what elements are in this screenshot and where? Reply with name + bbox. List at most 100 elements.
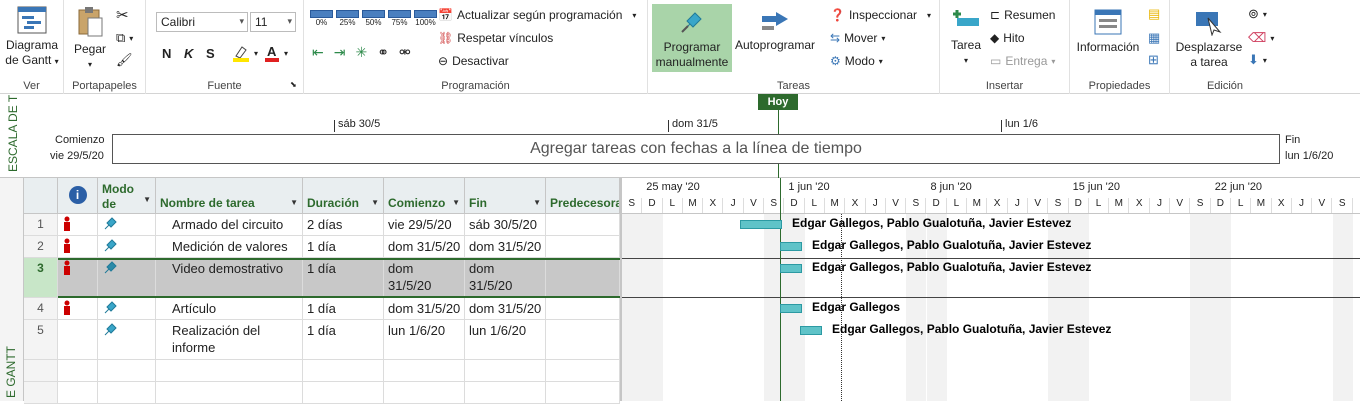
- empty-cell[interactable]: [465, 360, 546, 382]
- scroll-to-task-button[interactable]: Desplazarse a tarea: [1172, 8, 1246, 70]
- unlink-icon[interactable]: ⚮: [399, 44, 411, 61]
- summary-button[interactable]: ⊏ Resumen: [990, 8, 1055, 22]
- auto-schedule-button[interactable]: Autoprogramar: [734, 10, 816, 53]
- row-end[interactable]: sáb 30/5/20: [465, 214, 546, 236]
- row-duration[interactable]: 1 día: [303, 298, 384, 320]
- row-mode[interactable]: [98, 298, 156, 320]
- header-duration[interactable]: Duración ▼: [303, 178, 384, 214]
- row-start[interactable]: dom 31/5/20: [384, 298, 465, 320]
- empty-cell[interactable]: [24, 360, 58, 382]
- font-size-select[interactable]: 11 ▾: [250, 12, 296, 32]
- mode-button[interactable]: ⚙ Modo ▾: [830, 54, 883, 68]
- header-start[interactable]: Comienzo ▼: [384, 178, 465, 214]
- row-duration[interactable]: 1 día: [303, 236, 384, 258]
- notes-button[interactable]: ▤: [1148, 6, 1160, 22]
- row-start[interactable]: dom 31/5/20: [384, 236, 465, 258]
- paste-button[interactable]: Pegar ▾: [70, 6, 110, 72]
- underline-button[interactable]: S: [206, 46, 215, 61]
- row-mode[interactable]: [98, 258, 156, 298]
- fill-button[interactable]: ⬇ ▾: [1248, 52, 1267, 68]
- row-predecessors[interactable]: [546, 320, 620, 360]
- move-button[interactable]: ⇆ Mover ▾: [830, 31, 885, 45]
- row-mode[interactable]: [98, 320, 156, 360]
- highlight-color-button[interactable]: ▾: [232, 44, 258, 62]
- gantt-chart-button[interactable]: Diagrama de Gantt ▾: [2, 6, 62, 69]
- empty-cell[interactable]: [546, 360, 620, 382]
- header-info[interactable]: i: [58, 178, 98, 214]
- row-id[interactable]: 1: [24, 214, 58, 236]
- header-select-all[interactable]: [24, 178, 58, 214]
- row-duration[interactable]: 1 día: [303, 258, 384, 298]
- row-mode[interactable]: [98, 236, 156, 258]
- pct-75-button[interactable]: 75%: [388, 10, 411, 27]
- row-predecessors[interactable]: [546, 236, 620, 258]
- row-end[interactable]: dom 31/5/20: [465, 236, 546, 258]
- table-row[interactable]: 2 Medición de valores 1 día dom 31/5/20 dom …: [0, 236, 620, 258]
- gantt-task-bar[interactable]: [780, 242, 802, 251]
- row-task-name[interactable]: Video demostrativo: [156, 258, 303, 298]
- insert-task-button[interactable]: Tarea ▾: [946, 8, 986, 68]
- cut-button[interactable]: ✂: [116, 6, 129, 24]
- header-task-name[interactable]: Nombre de tarea ▼: [156, 178, 303, 214]
- row-start[interactable]: vie 29/5/20: [384, 214, 465, 236]
- gantt-task-bar[interactable]: [780, 264, 802, 273]
- row-predecessors[interactable]: [546, 258, 620, 298]
- font-name-select[interactable]: Calibri ▾: [156, 12, 248, 32]
- row-end[interactable]: dom 31/5/20: [465, 258, 546, 298]
- deactivate-button[interactable]: ⊖ Desactivar: [438, 54, 509, 68]
- row-predecessors[interactable]: [546, 214, 620, 236]
- pct-100-button[interactable]: 100%: [414, 10, 437, 27]
- empty-cell[interactable]: [98, 360, 156, 382]
- row-task-name[interactable]: Armado del circuito: [156, 214, 303, 236]
- row-task-name[interactable]: Artículo: [156, 298, 303, 320]
- timeline-add-button[interactable]: ⊞: [1148, 52, 1159, 68]
- row-id[interactable]: 4: [24, 298, 58, 320]
- timeline-bar[interactable]: Agregar tareas con fechas a la línea de …: [112, 134, 1280, 164]
- clear-button[interactable]: ⌫ ▾: [1248, 30, 1274, 46]
- copy-button[interactable]: ⧉ ▾: [116, 30, 133, 46]
- split-icon[interactable]: ✳: [355, 44, 367, 61]
- row-task-name[interactable]: Medición de valores: [156, 236, 303, 258]
- empty-row[interactable]: [0, 360, 620, 382]
- row-end[interactable]: dom 31/5/20: [465, 298, 546, 320]
- information-button[interactable]: Información: [1072, 8, 1144, 55]
- gantt-task-bar[interactable]: [780, 304, 802, 313]
- row-id[interactable]: 3: [24, 258, 58, 298]
- indent-icon[interactable]: ⇥: [334, 44, 346, 61]
- outdent-icon[interactable]: ⇤: [312, 44, 324, 61]
- milestone-button[interactable]: ◆ Hito: [990, 31, 1025, 45]
- bold-button[interactable]: N: [162, 46, 171, 61]
- empty-cell[interactable]: [58, 360, 98, 382]
- find-button[interactable]: ⊚ ▾: [1248, 6, 1267, 22]
- italic-button[interactable]: K: [184, 46, 193, 61]
- gantt-task-bar[interactable]: [800, 326, 822, 335]
- gantt-task-bar[interactable]: [740, 220, 782, 229]
- empty-cell[interactable]: [303, 360, 384, 382]
- row-mode[interactable]: [98, 214, 156, 236]
- deliverable-button[interactable]: ▭ Entrega ▾: [990, 54, 1055, 68]
- empty-cell[interactable]: [384, 360, 465, 382]
- details-button[interactable]: ▦: [1148, 30, 1160, 46]
- row-end[interactable]: lun 1/6/20: [465, 320, 546, 360]
- row-start[interactable]: lun 1/6/20: [384, 320, 465, 360]
- inspect-button[interactable]: ❓ Inspeccionar ▾: [830, 8, 931, 22]
- row-start[interactable]: dom 31/5/20: [384, 258, 465, 298]
- pct-50-button[interactable]: 50%: [362, 10, 385, 27]
- manual-schedule-button[interactable]: Programar manualmente: [652, 4, 732, 72]
- row-task-name[interactable]: Realización del informe: [156, 320, 303, 360]
- format-painter-button[interactable]: 🖌: [116, 52, 133, 68]
- header-finish[interactable]: Fin ▼: [465, 178, 546, 214]
- link-icon[interactable]: ⚭: [377, 44, 389, 61]
- table-row[interactable]: 1 Armado del circuito 2 días vie 29/5/20 sáb…: [0, 214, 620, 236]
- pct-0-button[interactable]: 0%: [310, 10, 333, 27]
- empty-cell[interactable]: [156, 360, 303, 382]
- table-row[interactable]: 3 Video demostrativo 1 día dom 31/5/20 dom 3…: [0, 258, 620, 298]
- row-predecessors[interactable]: [546, 298, 620, 320]
- header-mode[interactable]: Modo de ▼: [98, 178, 156, 214]
- row-duration[interactable]: 2 días: [303, 214, 384, 236]
- pct-25-button[interactable]: 25%: [336, 10, 359, 27]
- update-schedule-button[interactable]: 📅 Actualizar según programación ▾: [438, 8, 636, 22]
- font-color-button[interactable]: A ▾: [264, 44, 288, 62]
- table-row[interactable]: 5 Realización del informe 1 día lun 1/6/20 l…: [0, 320, 620, 360]
- respect-links-button[interactable]: ⛓ Respetar vínculos: [438, 31, 553, 45]
